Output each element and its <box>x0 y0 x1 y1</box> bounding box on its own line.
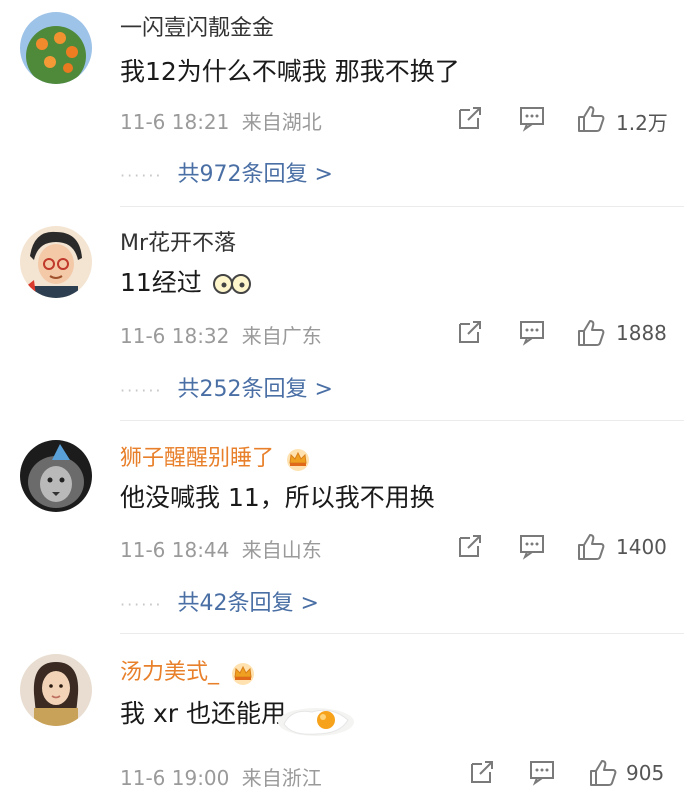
like-count: 1.2万 <box>616 111 668 135</box>
like-icon[interactable] <box>576 532 606 562</box>
comment-icon[interactable] <box>518 104 546 132</box>
dots-icon: ······ <box>120 166 163 185</box>
like-count: 1400 <box>616 535 667 559</box>
divider <box>120 633 684 634</box>
comment-date: 11-6 18:44 <box>120 538 230 562</box>
view-replies-link[interactable]: ······ 共252条回复 > <box>120 371 333 403</box>
username[interactable]: Mr花开不落 <box>120 225 236 257</box>
share-icon[interactable] <box>456 532 484 560</box>
avatar-orange-tree-image <box>20 12 92 84</box>
comment-text: 他没喊我 11，所以我不用换 <box>120 483 435 512</box>
view-replies-link[interactable]: ······ 共42条回复 > <box>120 585 319 617</box>
comment-date: 11-6 18:21 <box>120 110 230 134</box>
comment-actions: 1888 <box>450 318 670 352</box>
username[interactable]: 汤力美式_ <box>120 654 256 686</box>
comment-meta: 11-6 19:00 来自浙江 <box>120 762 322 791</box>
avatar[interactable] <box>20 12 92 84</box>
comment-location: 来自广东 <box>241 324 322 348</box>
comment-meta: 11-6 18:44 来自山东 <box>120 534 322 563</box>
dots-icon: ······ <box>120 381 163 400</box>
comment-location: 来自浙江 <box>241 766 322 790</box>
comment-meta: 11-6 18:21 来自湖北 <box>120 106 322 135</box>
comment-text-body: 11经过 <box>120 268 202 297</box>
avatar-cartoon-boy-image <box>20 226 92 298</box>
divider <box>120 420 684 421</box>
vip-crown-badge-icon <box>287 449 310 471</box>
dots-icon: ······ <box>120 595 163 614</box>
comment-date: 11-6 18:32 <box>120 324 230 348</box>
comment-icon[interactable] <box>518 532 546 560</box>
like-icon[interactable] <box>588 758 618 788</box>
like-count: 905 <box>626 761 665 785</box>
comment-location: 来自山东 <box>241 538 322 562</box>
vip-crown-badge-icon <box>232 663 255 685</box>
comment-actions: 1400 <box>450 532 670 566</box>
like-count: 1888 <box>616 321 667 345</box>
avatar[interactable] <box>20 654 92 726</box>
view-replies-link[interactable]: ······ 共972条回复 > <box>120 156 333 188</box>
avatar-girl-reading-image <box>20 654 92 726</box>
comment-icon[interactable] <box>518 318 546 346</box>
comment-location: 来自湖北 <box>241 110 322 134</box>
comment-actions: 905 <box>450 758 670 792</box>
username[interactable]: 一闪壹闪靓金金 <box>120 10 274 42</box>
like-icon[interactable] <box>576 104 606 134</box>
divider <box>120 206 684 207</box>
username[interactable]: 狮子醒醒别睡了 <box>120 440 311 472</box>
comment-text: 我 xr 也还能用 <box>120 699 286 728</box>
avatar[interactable] <box>20 226 92 298</box>
share-icon[interactable] <box>468 758 496 786</box>
username-text: 汤力美式_ <box>120 660 220 685</box>
comment-text: 我12为什么不喊我 那我不换了 <box>120 57 460 86</box>
avatar[interactable] <box>20 440 92 512</box>
comment-date: 11-6 19:00 <box>120 766 230 790</box>
replies-count: 共42条回复 > <box>177 591 319 616</box>
comment-text: 11经过 <box>120 263 252 299</box>
comment-actions: 1.2万 <box>450 104 670 138</box>
comment-icon[interactable] <box>528 758 556 786</box>
username-text: 狮子醒醒别睡了 <box>120 446 275 471</box>
share-icon[interactable] <box>456 104 484 132</box>
fried-egg-sticker-icon <box>278 708 354 736</box>
like-icon[interactable] <box>576 318 606 348</box>
avatar-lion-image <box>20 440 92 512</box>
replies-count: 共252条回复 > <box>177 377 333 402</box>
glasses-emoji-icon <box>212 274 251 294</box>
share-icon[interactable] <box>456 318 484 346</box>
comment-meta: 11-6 18:32 来自广东 <box>120 320 322 349</box>
replies-count: 共972条回复 > <box>177 162 333 187</box>
